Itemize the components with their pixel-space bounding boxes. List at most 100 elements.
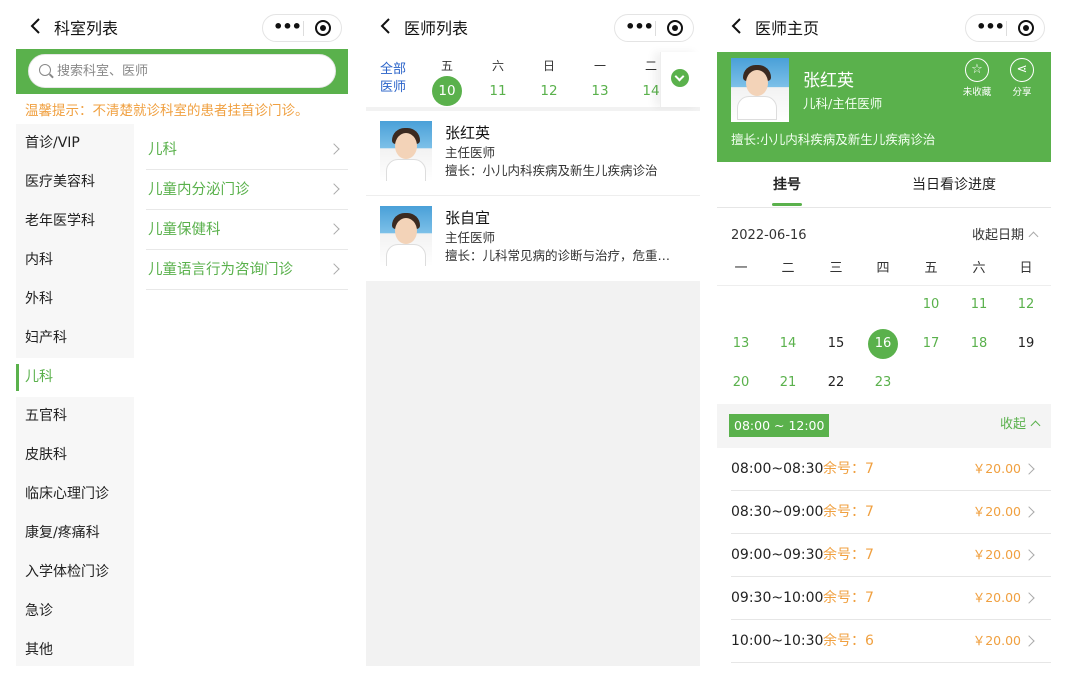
calendar-day[interactable]: 21 (773, 368, 803, 398)
department-item[interactable]: 首诊/VIP (16, 124, 134, 163)
slot-price: ￥20.00 (972, 504, 1021, 519)
slot-time: 09:00~09:30 (731, 547, 824, 563)
department-item[interactable]: 妇产科 (16, 319, 134, 358)
slot-time: 10:00~10:30 (731, 633, 824, 649)
chevron-up-icon (1030, 420, 1041, 431)
chevron-right-icon (328, 143, 340, 155)
mini-program-capsule: ••• (965, 14, 1045, 42)
tab-today-progress[interactable]: 当日看诊进度 (912, 176, 996, 194)
date-option[interactable]: 日 12 (532, 56, 566, 106)
department-item[interactable]: 五官科 (16, 397, 134, 436)
department-item[interactable]: 急诊 (16, 592, 134, 631)
calendar-day[interactable]: 20 (726, 368, 756, 398)
department-item[interactable]: 临床心理门诊 (16, 475, 134, 514)
chevron-right-icon (1023, 549, 1035, 561)
back-arrow-icon[interactable] (26, 16, 46, 36)
doctor-card[interactable]: 张红英 主任医师 擅长：小儿内科疾病及新生儿疾病诊治 (366, 111, 700, 196)
day-number: 10 (432, 76, 462, 106)
fold-slots-button[interactable]: 收起 (1000, 416, 1041, 434)
department-item[interactable]: 康复/疼痛科 (16, 514, 134, 553)
calendar-day[interactable]: 12 (1011, 290, 1041, 320)
calendar-day[interactable]: 11 (964, 290, 994, 320)
calendar-day[interactable]: 18 (964, 329, 994, 359)
calendar-day[interactable]: 22 (821, 368, 851, 398)
department-item[interactable]: 内科 (16, 241, 134, 280)
weekday-label: 三 (829, 261, 843, 276)
date-option[interactable]: 六 11 (481, 56, 515, 106)
calendar-day[interactable]: 10 (916, 290, 946, 320)
weekday-label: 六 (491, 59, 504, 73)
favorite-label: 未收藏 (962, 87, 992, 98)
weekday-label: 一 (593, 59, 606, 73)
department-item[interactable]: 其他 (16, 631, 134, 666)
period-chip[interactable]: 08:00 ~ 12:00 (729, 414, 830, 437)
all-doctors-button[interactable]: 全部医师 (380, 61, 410, 97)
calendar-day[interactable]: 13 (726, 329, 756, 359)
doctor-list-screen: 医师列表 ••• 全部医师 五 10 六 11 日 12 一 13 二 14 张红英 主任医师 擅长：… (366, 0, 700, 666)
sub-department-item[interactable]: 儿童保健科 (146, 210, 348, 250)
sub-department-item[interactable]: 儿童内分泌门诊 (146, 170, 348, 210)
weekday-label: 二 (781, 261, 795, 276)
page-title: 医师列表 (404, 19, 469, 38)
time-slot-row[interactable]: 08:30~09:00 余号：7 ￥20.00 (731, 491, 1051, 534)
share-button[interactable]: ⋖ 分享 (1002, 58, 1042, 98)
slot-price: ￥20.00 (972, 590, 1021, 605)
doctor-name: 张自宜 (445, 209, 491, 227)
back-arrow-icon[interactable] (727, 16, 747, 36)
department-item[interactable]: 医疗美容科 (16, 163, 134, 202)
more-icon[interactable]: ••• (273, 16, 302, 40)
time-slot-row[interactable]: 08:00~08:30 余号：7 ￥20.00 (731, 448, 1051, 491)
doctor-name: 张红英 (803, 71, 854, 91)
close-target-icon[interactable] (315, 20, 331, 36)
date-option[interactable]: 一 13 (583, 56, 617, 106)
back-arrow-icon[interactable] (376, 16, 396, 36)
weekday-label: 日 (542, 59, 555, 73)
weekday-label: 六 (972, 261, 986, 276)
department-item[interactable]: 皮肤科 (16, 436, 134, 475)
slot-time: 08:00~08:30 (731, 461, 824, 477)
more-icon[interactable]: ••• (625, 16, 654, 40)
expand-dates-button[interactable] (660, 52, 700, 107)
favorite-button[interactable]: ☆ 未收藏 (957, 58, 997, 98)
navbar: 医师主页 ••• (717, 0, 1051, 52)
chevron-right-icon (328, 223, 340, 235)
department-item[interactable]: 老年医学科 (16, 202, 134, 241)
close-target-icon[interactable] (667, 20, 683, 36)
slot-remaining: 余号：7 (823, 590, 874, 606)
slot-price: ￥20.00 (972, 547, 1021, 562)
calendar-day[interactable]: 14 (773, 329, 803, 359)
calendar-day[interactable]: 19 (1011, 329, 1041, 359)
department-item[interactable]: 入学体检门诊 (16, 553, 134, 592)
time-slot-row[interactable]: 10:00~10:30 余号：6 ￥20.00 (731, 620, 1051, 663)
slot-time: 08:30~09:00 (731, 504, 824, 520)
calendar-day[interactable]: 15 (821, 329, 851, 359)
department-item[interactable]: 儿科 (16, 358, 134, 397)
sub-department-item[interactable]: 儿科 (146, 130, 348, 170)
time-slot-row[interactable]: 09:00~09:30 余号：7 ￥20.00 (731, 534, 1051, 577)
date-option[interactable]: 五 10 (430, 56, 464, 106)
calendar-day[interactable]: 23 (868, 368, 898, 398)
close-target-icon[interactable] (1018, 20, 1034, 36)
calendar-grid: 10 11 12 13 14 15 16 17 18 19 20 21 22 23 (717, 286, 1051, 404)
calendar-day[interactable]: 16 (868, 329, 898, 359)
department-item[interactable]: 外科 (16, 280, 134, 319)
page-title: 医师主页 (755, 19, 820, 38)
search-icon (39, 64, 51, 76)
weekday-row: 一二三四五六日 (717, 258, 1051, 286)
day-number: 12 (540, 83, 558, 99)
more-icon[interactable]: ••• (976, 16, 1005, 40)
sub-department-list: 儿科 儿童内分泌门诊 儿童保健科 儿童语言行为咨询门诊 (146, 130, 348, 290)
calendar-day[interactable]: 17 (916, 329, 946, 359)
fold-date-button[interactable]: 收起日期 (972, 226, 1039, 246)
search-input[interactable]: 搜索科室、医师 (28, 54, 336, 88)
sub-department-item[interactable]: 儿童语言行为咨询门诊 (146, 250, 348, 290)
time-slot-row[interactable]: 09:30~10:00 余号：7 ￥20.00 (731, 577, 1051, 620)
chevron-right-icon (1023, 463, 1035, 475)
doctor-home-screen: 医师主页 ••• 张红英 儿科/主任医师 擅长:小儿内科疾病及新生儿疾病诊治 ☆… (717, 0, 1051, 666)
slot-price: ￥20.00 (972, 633, 1021, 648)
chevron-up-icon (1028, 231, 1039, 242)
tab-register[interactable]: 挂号 (773, 176, 801, 194)
chevron-down-icon (671, 69, 689, 87)
time-slot-list: 08:00~08:30 余号：7 ￥20.00 08:30~09:00 余号：7 ￥20.… (731, 448, 1051, 663)
doctor-card[interactable]: 张自宜 主任医师 擅长：儿科常见病的诊断与治疗，危重… (366, 196, 700, 281)
